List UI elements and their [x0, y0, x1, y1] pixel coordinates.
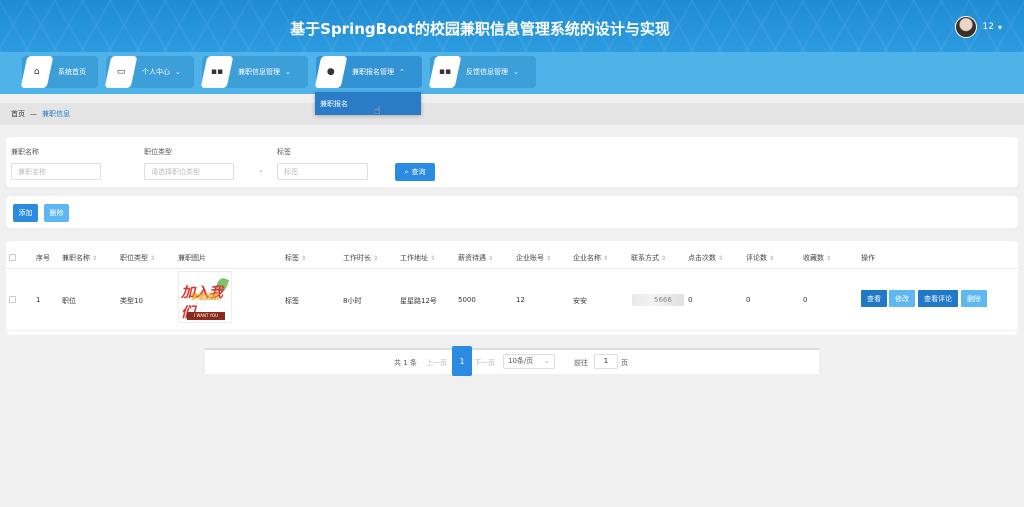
user-menu[interactable]: 12 ▾ — [954, 16, 1002, 38]
breadcrumb: 首页 — 兼职信息 — [0, 103, 1024, 125]
row-checkbox[interactable] — [9, 296, 16, 303]
cell-address: 星星路12号 — [400, 297, 437, 305]
header-comments[interactable]: 评论数 ⇕ — [746, 253, 774, 263]
nav-dropdown: 兼职报名 — [315, 92, 421, 115]
tag-search-input[interactable]: 标签 — [277, 163, 368, 180]
header-operations: 操作 — [861, 254, 875, 262]
grid-icon: ▪▪ — [200, 56, 234, 88]
header-contact[interactable]: 联系方式 ⇕ — [631, 253, 666, 263]
cell-index: 1 — [36, 296, 41, 304]
nav-item-home[interactable]: ⌂ 系统首页 — [20, 56, 98, 88]
image-banner: I WANT YOU — [187, 312, 225, 320]
header-name[interactable]: 兼职名称 ⇕ — [62, 253, 97, 263]
next-page-button[interactable]: 下一页 — [474, 358, 495, 368]
header-address[interactable]: 工作地址 ⇕ — [400, 253, 435, 263]
query-button[interactable]: ⌕ 查询 — [395, 163, 435, 181]
header-account[interactable]: 企业账号 ⇕ — [516, 253, 551, 263]
cell-favorites: 0 — [803, 296, 808, 304]
nav-item-feedback[interactable]: ▪▪ 反馈信息管理 ⌄ — [428, 56, 536, 88]
type-select[interactable]: 请选择职位类型 — [144, 163, 234, 180]
nav-item-job-signup[interactable]: ● 兼职报名管理 ⌃ — [314, 56, 422, 88]
chevron-down-icon: ⌄ — [513, 68, 519, 76]
cell-name: 职位 — [62, 297, 76, 305]
cell-duration: 8小时 — [343, 297, 362, 305]
page-size-select[interactable]: 10条/页 ⌄ — [503, 354, 555, 369]
search-icon: ⌕ — [404, 167, 409, 176]
select-all-checkbox[interactable] — [9, 254, 16, 261]
nav-label: 反馈信息管理 — [466, 68, 508, 76]
view-button[interactable]: 查看 — [861, 290, 887, 307]
cell-account: 12 — [516, 296, 525, 304]
name-label: 兼职名称 — [11, 148, 39, 156]
edit-button[interactable]: 修改 — [889, 290, 915, 307]
image-subtitle: 梦想起航 — [191, 293, 219, 301]
cell-tag: 标签 — [285, 297, 299, 305]
main-nav: ⌂ 系统首页 ▭ 个人中心 ⌄ ▪▪ 兼职信息管理 ⌄ ● 兼职报名管理 ⌃ ▪… — [0, 52, 1024, 94]
pin-icon: ● — [314, 56, 348, 88]
view-comments-button[interactable]: 查看评论 — [918, 290, 958, 307]
header-clicks[interactable]: 点击次数 ⇕ — [688, 253, 723, 263]
nav-label: 系统首页 — [58, 68, 86, 76]
chevron-down-icon: ⌄ — [175, 68, 181, 76]
page-number-1[interactable]: 1 — [452, 346, 472, 376]
page-size-value: 10条/页 — [508, 357, 534, 365]
cell-type: 类型10 — [120, 297, 143, 305]
type-label: 职位类型 — [144, 148, 172, 156]
delete-button[interactable]: 删除 — [961, 290, 987, 307]
header-tag[interactable]: 标签 ⇕ — [285, 253, 306, 263]
tag-label: 标签 — [277, 148, 291, 156]
grid-icon: ▪▪ — [428, 56, 462, 88]
nav-item-job-info[interactable]: ▪▪ 兼职信息管理 ⌄ — [200, 56, 308, 88]
pagination-total: 共 1 条 — [394, 359, 417, 367]
chevron-up-icon: ⌃ — [399, 68, 405, 76]
name-search-input[interactable]: 兼职名称 — [11, 163, 101, 180]
header-type[interactable]: 职位类型 ⇕ — [120, 253, 155, 263]
search-panel: 兼职名称 兼职名称 职位类型 请选择职位类型 ⌄ 标签 标签 ⌕ 查询 — [6, 137, 1018, 187]
actions-bar: 添加 删除 — [6, 196, 1018, 228]
cell-contact: 5666 — [632, 294, 684, 306]
add-button[interactable]: 添加 — [13, 204, 38, 222]
page-unit-label: 页 — [621, 359, 628, 367]
page-title: 基于SpringBoot的校园兼职信息管理系统的设计与实现 — [290, 20, 670, 38]
avatar[interactable] — [954, 16, 977, 38]
header-index: 序号 — [36, 254, 50, 262]
username[interactable]: 12 — [983, 22, 994, 32]
breadcrumb-home[interactable]: 首页 — [11, 109, 25, 119]
header-divider — [6, 268, 1018, 269]
chevron-down-icon: ⌄ — [544, 357, 550, 365]
nav-item-personal-center[interactable]: ▭ 个人中心 ⌄ — [104, 56, 194, 88]
breadcrumb-current: 兼职信息 — [42, 110, 70, 118]
row-divider — [6, 330, 1018, 331]
nav-label: 个人中心 — [142, 68, 170, 76]
cell-comments: 0 — [746, 296, 751, 304]
chevron-down-icon[interactable]: ⌄ — [258, 166, 264, 174]
chevron-down-icon[interactable]: ▾ — [998, 23, 1002, 32]
pagination: 共 1 条 上一页 1 下一页 10条/页 ⌄ 前往 1 页 — [205, 346, 819, 376]
header-favorites[interactable]: 收藏数 ⇕ — [803, 253, 831, 263]
header-image: 兼职图片 — [178, 254, 206, 262]
data-table: 序号 兼职名称 ⇕ 职位类型 ⇕ 兼职图片 标签 ⇕ 工作时长 ⇕ 工作地址 ⇕ 薪资待遇… — [6, 241, 1018, 335]
query-label: 查询 — [411, 168, 426, 176]
header-company[interactable]: 企业名称 ⇕ — [573, 253, 608, 263]
batch-delete-button[interactable]: 删除 — [44, 204, 69, 222]
nav-label: 兼职信息管理 — [238, 68, 280, 76]
dropdown-item-signup[interactable]: 兼职报名 — [315, 92, 421, 116]
mouse-cursor-icon: ☝ — [374, 104, 381, 117]
home-icon: ⌂ — [20, 56, 54, 88]
card-icon: ▭ — [104, 56, 138, 88]
header-duration[interactable]: 工作时长 ⇕ — [343, 253, 378, 263]
goto-label: 前往 — [574, 359, 588, 367]
prev-page-button[interactable]: 上一页 — [426, 358, 447, 368]
header-salary[interactable]: 薪资待遇 ⇕ — [458, 253, 493, 263]
breadcrumb-separator: — — [30, 110, 37, 118]
nav-label: 兼职报名管理 — [352, 68, 394, 76]
chevron-down-icon: ⌄ — [285, 68, 291, 76]
job-image[interactable]: 加入我们 梦想起航 I WANT YOU — [178, 271, 232, 323]
cell-clicks: 0 — [688, 296, 693, 304]
cell-salary: 5000 — [458, 296, 476, 304]
cell-company: 安安 — [573, 297, 587, 305]
goto-page-input[interactable]: 1 — [594, 354, 618, 369]
top-header: 基于SpringBoot的校园兼职信息管理系统的设计与实现 12 ▾ — [0, 0, 1024, 52]
